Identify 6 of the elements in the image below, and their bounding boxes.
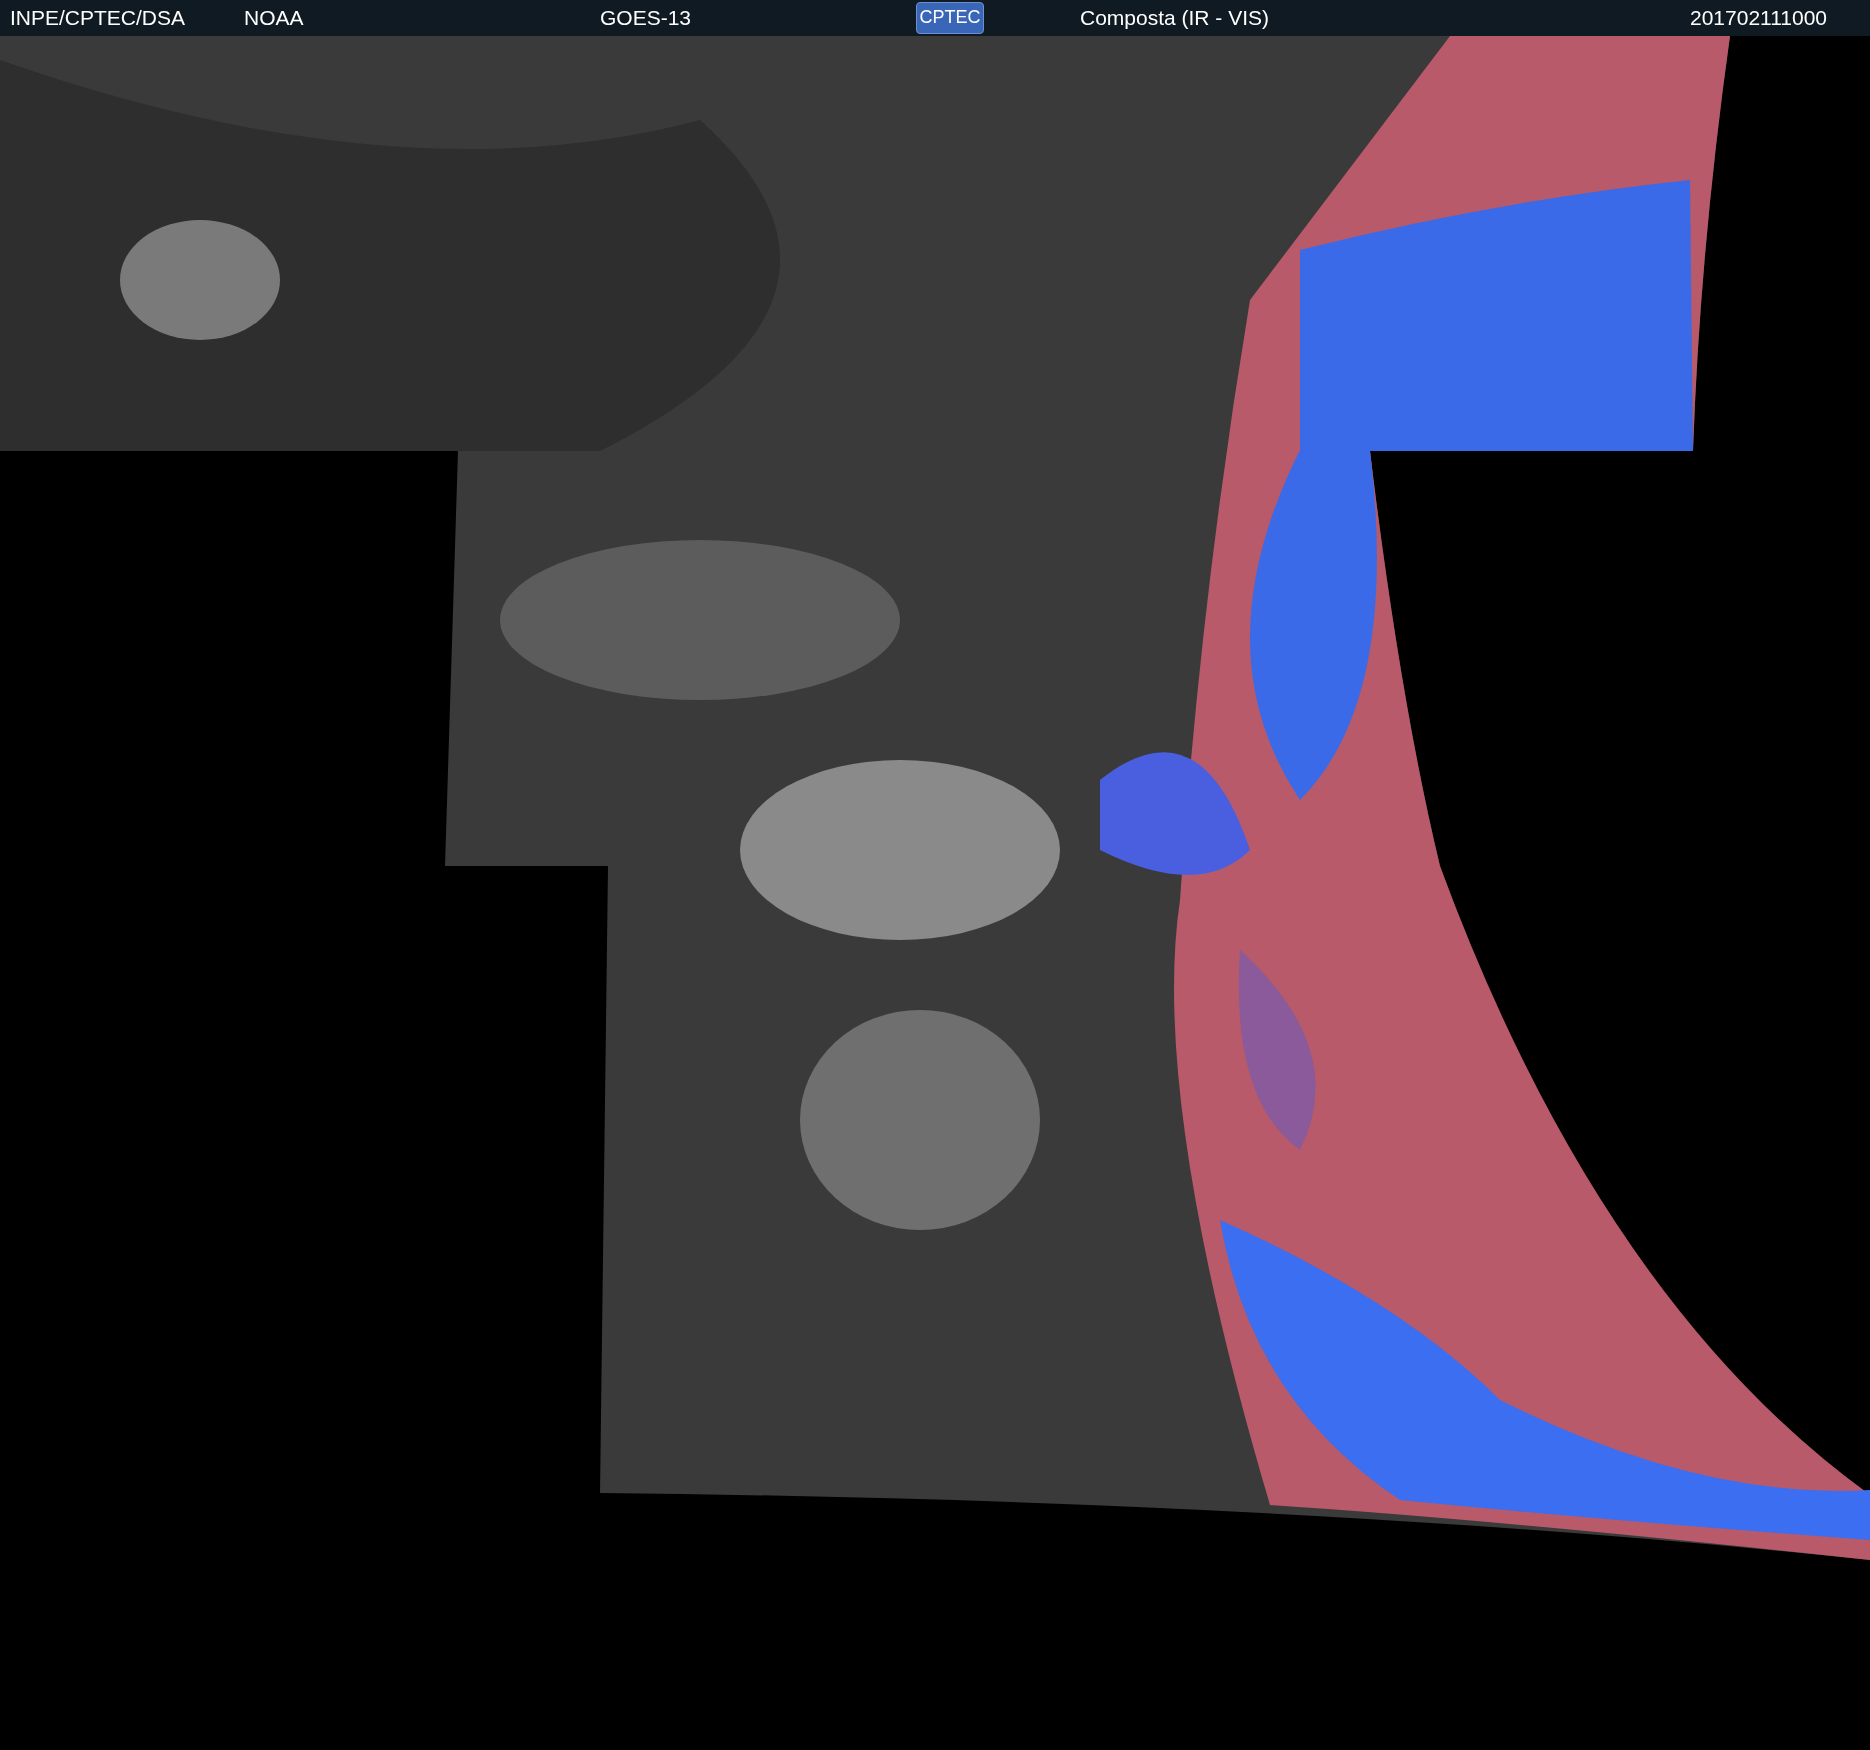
agency-label: INPE/CPTEC/DSA [10, 5, 186, 31]
product-label: Composta (IR - VIS) [1080, 5, 1270, 31]
source-label: NOAA [244, 5, 304, 31]
logo: CPTEC [916, 2, 984, 34]
satellite-label: GOES-13 [600, 5, 692, 31]
timestamp-label: 201702111000 [1690, 5, 1828, 31]
